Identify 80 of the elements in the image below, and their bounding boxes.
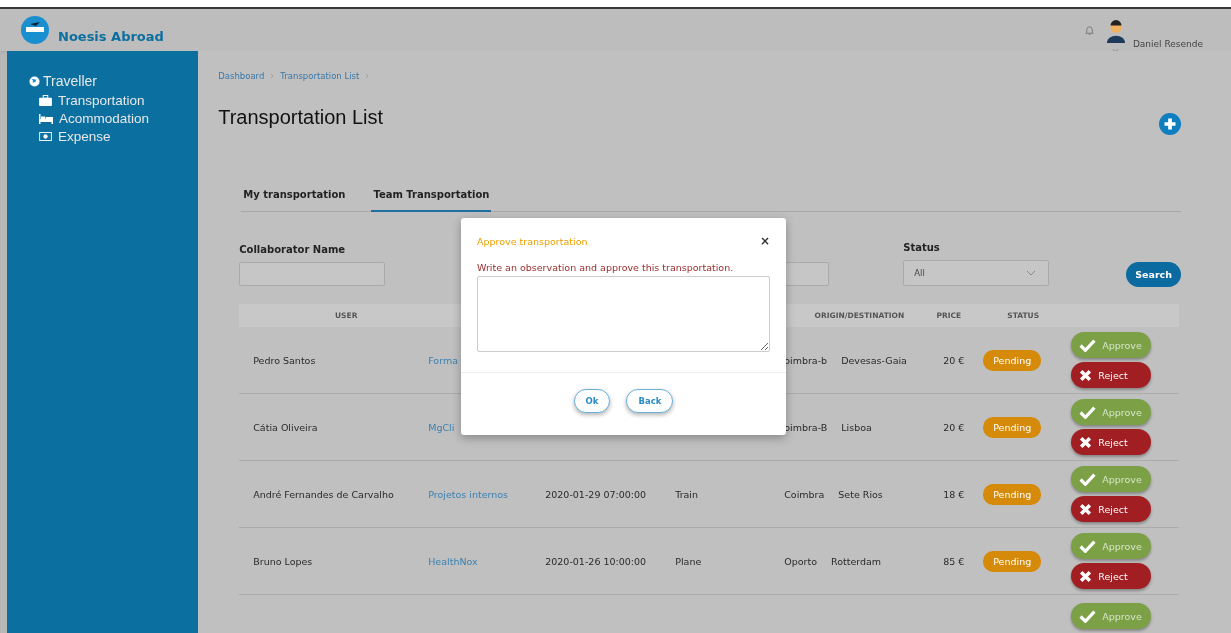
notification-bell-icon[interactable] — [1083, 24, 1095, 36]
table-cell: André Fernandes de Carvalho — [253, 488, 394, 500]
checkmark-icon — [1079, 472, 1097, 486]
project-link[interactable]: MgCli — [428, 421, 455, 433]
checkmark-icon — [1079, 609, 1097, 623]
table-cell: 85 € — [943, 555, 965, 567]
globe-icon — [29, 75, 40, 87]
search-button[interactable]: Search — [1126, 262, 1181, 287]
reject-button[interactable]: Reject — [1071, 362, 1152, 388]
reject-button[interactable]: Reject — [1071, 429, 1152, 455]
table-cell: 20 € — [943, 421, 965, 433]
chevron-right-icon — [270, 73, 275, 79]
add-icon[interactable] — [1159, 113, 1181, 135]
dialog-button[interactable]: Ok — [573, 389, 611, 413]
table-cell: Bruno Lopes — [253, 555, 313, 567]
table-cell: Lisboa — [841, 421, 872, 433]
table-cell: Cátia Oliveira — [253, 421, 318, 433]
sidebar-section[interactable]: Traveller — [29, 73, 199, 89]
table-cell: 18 € — [943, 488, 965, 500]
dialog-title: Approve transportation — [477, 235, 588, 247]
table-cell: 2020-01-26 10:00:00 — [545, 555, 647, 567]
table-cell: 20 € — [943, 354, 965, 366]
avatar-icon[interactable] — [1104, 19, 1127, 44]
status-badge: Pending — [983, 483, 1042, 505]
project-link[interactable]: Forma — [428, 354, 458, 366]
app-name: Noesis Abroad — [58, 30, 164, 43]
breadcrumb-link[interactable]: Dashboard — [218, 71, 265, 81]
table-cell: Coimbra — [784, 488, 825, 500]
input-field[interactable] — [239, 262, 386, 286]
tab[interactable]: My transportation — [241, 185, 348, 212]
checkmark-icon — [1079, 539, 1097, 553]
checkmark-icon — [1079, 405, 1097, 419]
x-icon — [1079, 435, 1093, 449]
table-cell: oimbra-B — [784, 421, 828, 433]
close-button[interactable]: × — [759, 234, 770, 248]
bed-icon — [39, 113, 53, 124]
table-cell: Plane — [675, 555, 702, 567]
breadcrumb-link[interactable]: Transportation List — [280, 71, 360, 81]
table-cell: Train — [675, 488, 698, 500]
reject-button[interactable]: Reject — [1071, 563, 1152, 589]
approve-button[interactable]: Approve — [1071, 603, 1152, 629]
status-badge: Pending — [983, 416, 1042, 438]
x-icon — [1079, 569, 1093, 583]
table-cell: Devesas-Gaia — [841, 354, 907, 366]
reject-button[interactable]: Reject — [1071, 496, 1152, 522]
chevron-right-icon — [365, 73, 370, 79]
status-badge: Pending — [983, 550, 1042, 572]
dialog-message: Write an observation and approve this transportation. — [477, 262, 735, 273]
x-icon — [1079, 502, 1093, 516]
project-link[interactable]: Projetos internos — [428, 488, 509, 500]
page-title: Transportation List — [218, 105, 384, 129]
project-link[interactable]: HealthNox — [428, 555, 478, 567]
banknote-icon — [39, 132, 52, 141]
chevron-down-icon[interactable] — [1112, 47, 1120, 53]
briefcase-icon — [39, 95, 52, 106]
field-label: Status — [903, 242, 941, 253]
table-cell: Sete Rios — [838, 488, 883, 500]
checkmark-icon — [1079, 338, 1097, 352]
sidebar-item[interactable]: Acommodation — [39, 111, 199, 126]
table-cell: 2020-01-29 07:00:00 — [545, 488, 647, 500]
status-badge: Pending — [983, 349, 1042, 371]
user-name[interactable]: Daniel Resende — [1132, 38, 1203, 49]
approve-button[interactable]: Approve — [1071, 533, 1152, 559]
logo-icon — [20, 15, 50, 45]
approve-button[interactable]: Approve — [1071, 399, 1152, 425]
observation-textarea[interactable] — [477, 276, 770, 352]
dialog-button[interactable]: Back — [626, 389, 674, 413]
table-cell: Oporto — [784, 555, 817, 567]
x-icon — [1079, 368, 1093, 382]
table-cell: Rotterdam — [831, 555, 882, 567]
tab[interactable]: Team Transportation — [371, 185, 492, 212]
table-cell: oimbra-b — [784, 354, 828, 366]
approve-button[interactable]: Approve — [1071, 466, 1152, 492]
approve-button[interactable]: Approve — [1071, 332, 1152, 358]
field-label: Collaborator Name — [239, 244, 347, 255]
status-select[interactable]: All — [903, 260, 1050, 286]
sidebar-item[interactable]: Transportation — [39, 93, 199, 108]
table-cell: Pedro Santos — [253, 354, 316, 366]
chevron-down-icon — [1026, 270, 1037, 276]
sidebar-item[interactable]: Expense — [39, 129, 199, 144]
